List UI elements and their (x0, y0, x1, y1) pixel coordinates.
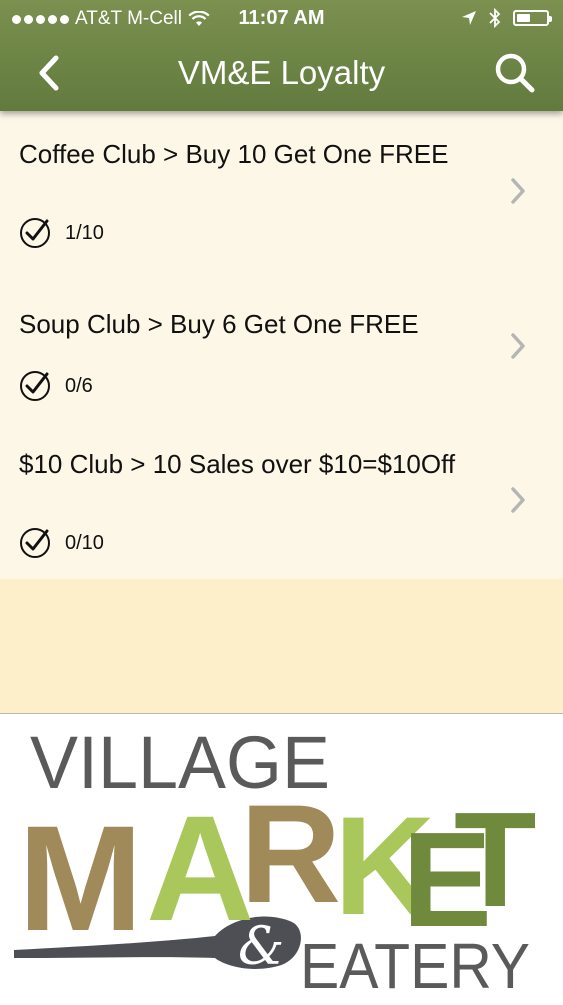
list-item[interactable]: Soup Club > Buy 6 Get One FREE 0/6 (0, 267, 563, 423)
loyalty-list: Coffee Club > Buy 10 Get One FREE 1/10 S… (0, 111, 563, 579)
logo-letter-m: M (18, 794, 143, 962)
progress-count: 0/10 (65, 531, 104, 554)
logo-letter-t: T (454, 784, 536, 935)
checkmark-circle-icon (20, 218, 50, 248)
progress-count: 1/10 (65, 221, 104, 244)
chevron-right-icon (511, 487, 525, 513)
search-icon[interactable] (493, 51, 537, 95)
progress-row: 1/10 (19, 217, 104, 249)
battery-fill (517, 14, 530, 22)
location-arrow-icon (462, 11, 476, 25)
progress-count: 0/6 (65, 374, 93, 397)
list-item[interactable]: Coffee Club > Buy 10 Get One FREE 1/10 (0, 111, 563, 267)
top-bar: AT&T M-Cell 11:07 AM VM&E Loyalty (0, 0, 563, 111)
chevron-right-icon (511, 333, 525, 359)
logo-eatery: EATERY (300, 930, 530, 1000)
progress-row: 0/6 (19, 370, 93, 402)
logo-ampersand: & (238, 917, 284, 977)
status-bar: AT&T M-Cell 11:07 AM (0, 0, 563, 38)
logo-letter-r: R (240, 775, 341, 932)
club-title: $10 Club > 10 Sales over $10=$10Off (19, 449, 456, 479)
village-market-logo: VILLAGE M A R K E T & EATERY (0, 714, 563, 1002)
empty-area (0, 579, 563, 713)
battery-icon (513, 10, 552, 26)
club-title: Soup Club > Buy 6 Get One FREE (19, 309, 419, 339)
progress-row: 0/10 (19, 527, 104, 559)
bluetooth-icon (489, 8, 501, 28)
page-title: VM&E Loyalty (177, 54, 386, 91)
list-item[interactable]: $10 Club > 10 Sales over $10=$10Off 0/10 (0, 423, 563, 579)
club-title: Coffee Club > Buy 10 Get One FREE (19, 139, 449, 169)
checkmark-circle-icon (20, 528, 50, 558)
logo-graphic: VILLAGE M A R K E T & EATERY (14, 721, 536, 1002)
chevron-right-icon (511, 178, 525, 204)
nav-bar: VM&E Loyalty (0, 38, 563, 111)
checkmark-circle-icon (20, 371, 50, 401)
status-right (461, 8, 552, 28)
